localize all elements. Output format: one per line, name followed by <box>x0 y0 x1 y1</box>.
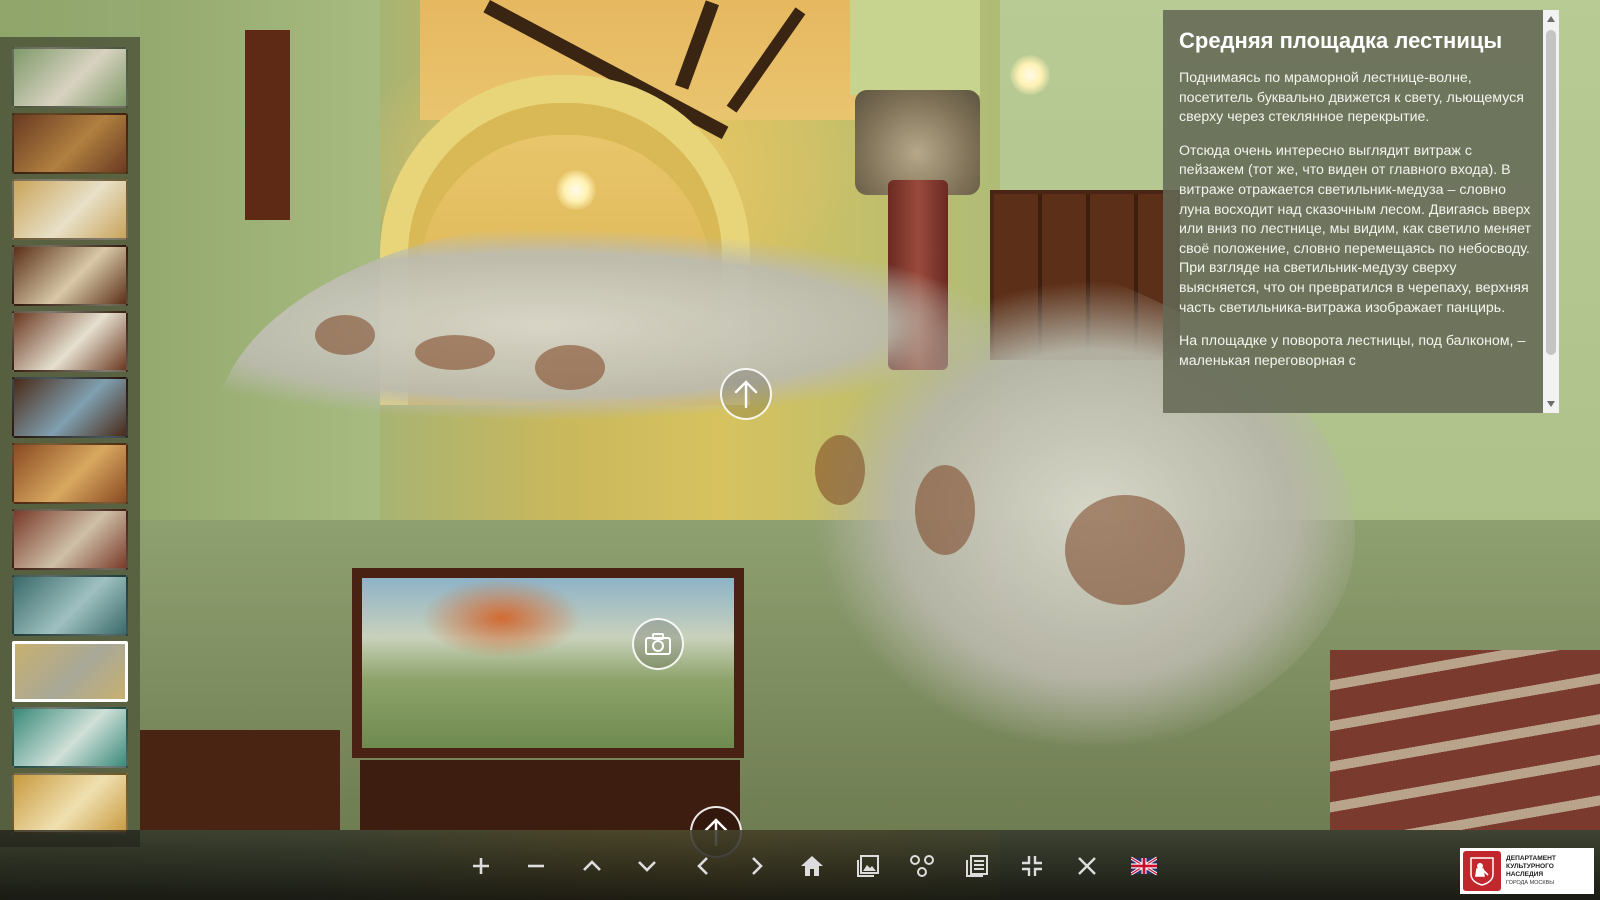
bookcase <box>140 730 340 830</box>
image-gallery-icon <box>857 855 879 877</box>
pan-left-button[interactable] <box>685 848 721 884</box>
tilt-up-button[interactable] <box>574 848 610 884</box>
scroll-down-arrow-icon[interactable] <box>1547 401 1555 407</box>
staircase-thumbnail[interactable] <box>12 179 128 240</box>
landing-thumbnail[interactable] <box>12 641 128 702</box>
logo-text: Департамент культурного наследия города … <box>1506 855 1556 887</box>
pan-right-button[interactable] <box>739 848 775 884</box>
doorway <box>245 30 290 220</box>
panel-title: Средняя площадка лестницы <box>1179 28 1503 53</box>
arrow-up-icon <box>734 380 758 409</box>
gallery-button[interactable] <box>850 848 886 884</box>
tilt-down-button[interactable] <box>629 848 665 884</box>
scroll-up-arrow-icon[interactable] <box>1547 16 1555 22</box>
chevron-up-icon <box>583 860 601 871</box>
description-paragraph: На площадке у поворота лестницы, под бал… <box>1179 333 1526 369</box>
uk-flag-icon <box>1131 856 1157 876</box>
bedroom-thumbnail[interactable] <box>12 509 128 570</box>
dining-room-thumbnail[interactable] <box>12 245 128 306</box>
description-panel[interactable]: Средняя площадка лестницы Поднимаясь по … <box>1163 10 1559 413</box>
fullscreen-button[interactable] <box>1014 848 1050 884</box>
navigate-up-hotspot[interactable] <box>720 368 772 420</box>
scene-thumbnail-strip[interactable] <box>0 37 140 847</box>
description-paragraph: Отсюда очень интересно выглядит витраж с… <box>1179 142 1532 316</box>
cabinet-room-thumbnail[interactable] <box>12 443 128 504</box>
pillar <box>850 0 980 95</box>
minus-icon <box>528 864 544 868</box>
exhibit-thumbnail[interactable] <box>12 575 128 636</box>
close-button[interactable] <box>1069 848 1105 884</box>
text-panel-button[interactable] <box>959 848 995 884</box>
zoom-out-button[interactable] <box>518 848 554 884</box>
exit-fullscreen-icon <box>1022 856 1042 876</box>
camera-icon <box>645 633 671 655</box>
exterior-thumbnail[interactable] <box>12 47 128 108</box>
logo-line: Департамент <box>1506 855 1556 862</box>
carpeted-stairs <box>1330 650 1600 830</box>
library-thumbnail[interactable] <box>12 377 128 438</box>
chapel-thumbnail[interactable] <box>12 707 128 768</box>
chevron-left-icon <box>697 857 708 875</box>
department-logo[interactable]: Департамент культурного наследия города … <box>1460 848 1594 894</box>
photo-hotspot[interactable] <box>632 618 684 670</box>
document-list-icon <box>966 855 988 877</box>
chandelier <box>556 170 596 210</box>
logo-line: наследия <box>1506 871 1544 878</box>
logo-line: культурного <box>1506 863 1554 870</box>
hall-thumbnail[interactable] <box>12 113 128 174</box>
hotspots-toggle-button[interactable] <box>904 848 940 884</box>
study-thumbnail[interactable] <box>12 311 128 372</box>
panel-scrollbar[interactable] <box>1543 10 1559 413</box>
navigation-toolbar <box>0 830 1600 900</box>
chandelier <box>1010 55 1050 95</box>
hotspots-icon <box>910 855 934 877</box>
logo-line: города Москвы <box>1506 880 1555 886</box>
home-button[interactable] <box>794 848 830 884</box>
zoom-in-button[interactable] <box>463 848 499 884</box>
english-language-button[interactable] <box>1122 848 1166 884</box>
description-paragraph: Поднимаясь по мраморной лестнице-волне, … <box>1179 70 1524 126</box>
close-icon <box>1078 857 1096 875</box>
home-icon <box>801 856 823 876</box>
chevron-down-icon <box>638 861 656 872</box>
plus-icon <box>473 858 489 874</box>
chevron-right-icon <box>752 857 763 875</box>
scrollbar-thumb[interactable] <box>1546 30 1556 355</box>
moscow-coat-of-arms-icon <box>1463 851 1501 891</box>
window-thumbnail[interactable] <box>12 773 128 834</box>
